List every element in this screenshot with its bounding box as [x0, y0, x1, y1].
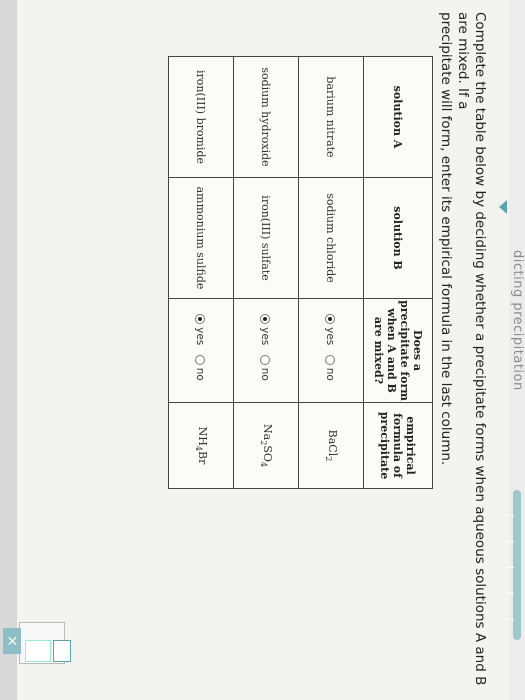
formula-subscript-2: 4 [258, 461, 268, 467]
radio-no[interactable] [260, 354, 271, 365]
radio-yes-label: yes [324, 327, 337, 346]
radio-yes[interactable] [325, 314, 336, 325]
clear-button[interactable]: × [3, 628, 21, 654]
radio-yes-label: yes [194, 327, 207, 346]
formula-text: BaCl [325, 429, 339, 457]
progress-bar [506, 490, 521, 640]
header-solution-b: solution B [363, 177, 433, 299]
radio-no[interactable] [325, 354, 336, 365]
cell-solution-a: sodium hydroxide [233, 56, 299, 178]
formula-input[interactable]: NH4Br [168, 402, 234, 489]
superscript-tool-button[interactable] [53, 640, 71, 662]
right-edge-band [0, 0, 17, 700]
radio-no-label: no [259, 367, 272, 381]
cell-solution-b: iron(III) sulfate [233, 177, 299, 299]
close-icon: × [4, 635, 20, 647]
subscript-tool-button[interactable] [25, 640, 51, 662]
header-precipitate-forms: Does a precipitate form when A and B are… [363, 298, 433, 403]
table-header-row: solution A solution B Does a precipitate… [363, 56, 433, 489]
chevron-down-icon[interactable] [499, 200, 507, 214]
header-bar: dicting precipitation [506, 0, 525, 700]
formula-subscript: 2 [323, 456, 333, 462]
header-empirical-formula: empirical formula of precipitate [363, 402, 433, 489]
instructions: Complete the table below by deciding whe… [437, 12, 488, 700]
formula-text-2: SO [260, 445, 274, 462]
cell-radio-group: yes no [298, 298, 364, 403]
cell-solution-b: sodium chloride [298, 177, 364, 299]
radio-no[interactable] [195, 354, 206, 365]
header-solution-a: solution A [363, 56, 433, 178]
formula-text: Na [260, 424, 274, 441]
radio-no-label: no [194, 367, 207, 381]
radio-no-label: no [324, 367, 337, 381]
table-row: barium nitrate sodium chloride yes no Ba… [298, 56, 364, 489]
formula-input[interactable]: BaCl2 [298, 402, 364, 489]
rotated-screen: dicting precipitation Complete the table… [0, 0, 525, 700]
precipitation-table: solution A solution B Does a precipitate… [168, 56, 433, 489]
instructions-line2: precipitate will form, enter its empiric… [438, 12, 454, 466]
formula-text-2: Br [195, 450, 209, 465]
radio-yes[interactable] [260, 314, 271, 325]
cell-radio-group: yes no [168, 298, 234, 403]
table-row: iron(III) bromide ammonium sulfide yes n… [168, 56, 234, 489]
table-row: sodium hydroxide iron(III) sulfate yes n… [233, 56, 299, 489]
formula-input[interactable]: Na2SO4 [233, 402, 299, 489]
formula-text: NH [195, 426, 209, 446]
radio-yes[interactable] [195, 314, 206, 325]
radio-yes-label: yes [259, 327, 272, 346]
instructions-line1: Complete the table below by deciding whe… [455, 12, 488, 686]
cell-radio-group: yes no [233, 298, 299, 403]
cell-solution-b: ammonium sulfide [168, 177, 234, 299]
cell-solution-a: barium nitrate [298, 56, 364, 178]
cell-solution-a: iron(III) bromide [168, 56, 234, 178]
page-title: dicting precipitation [510, 250, 525, 391]
